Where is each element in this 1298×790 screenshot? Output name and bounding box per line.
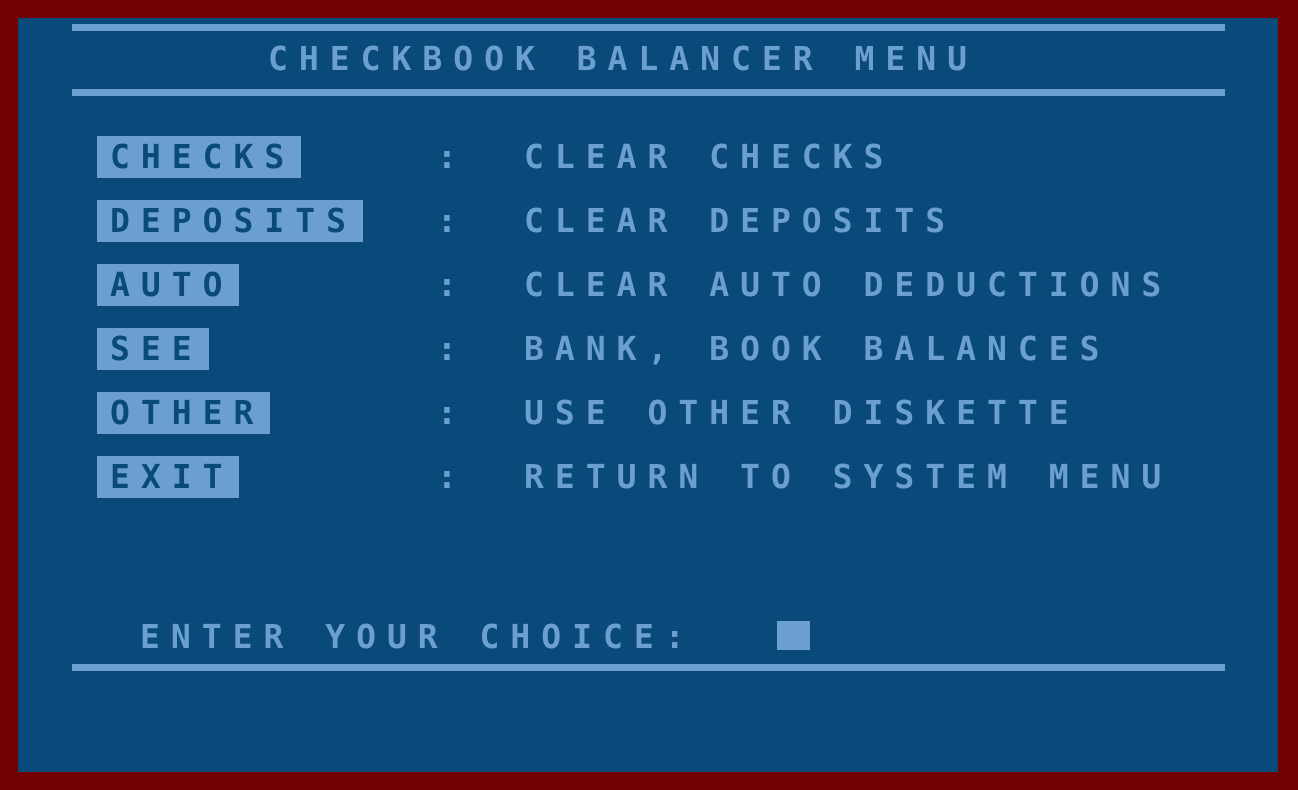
choice-prompt-label: ENTER YOUR CHOICE: [140, 617, 696, 656]
menu-separator: : [437, 137, 468, 176]
menu-keyword-exit[interactable]: EXIT [97, 456, 240, 498]
menu-keyword-see[interactable]: SEE [97, 328, 209, 370]
footer-rule [72, 664, 1225, 671]
crt-bezel: CHECKBOOK BALANCER MENU CHECKS : CLEAR C… [0, 0, 1298, 790]
menu-keyword-deposits[interactable]: DEPOSITS [97, 200, 363, 242]
menu-separator: : [437, 457, 468, 496]
menu-separator: : [437, 393, 468, 432]
page-title: CHECKBOOK BALANCER MENU [268, 39, 978, 78]
menu-description-other: USE OTHER DISKETTE [524, 393, 1080, 432]
menu-item-deposits[interactable]: DEPOSITS : CLEAR DEPOSITS [18, 200, 1278, 242]
menu-description-see: BANK, BOOK BALANCES [524, 329, 1111, 368]
menu-item-exit[interactable]: EXIT : RETURN TO SYSTEM MENU [18, 456, 1278, 498]
title-rule-top [72, 24, 1225, 31]
menu-item-other[interactable]: OTHER : USE OTHER DISKETTE [18, 392, 1278, 434]
menu-description-checks: CLEAR CHECKS [524, 137, 895, 176]
terminal-display: CHECKBOOK BALANCER MENU CHECKS : CLEAR C… [18, 18, 1278, 772]
menu-keyword-auto[interactable]: AUTO [97, 264, 240, 306]
title-rule-bottom [72, 89, 1225, 96]
menu-keyword-checks[interactable]: CHECKS [97, 136, 302, 178]
menu-item-checks[interactable]: CHECKS : CLEAR CHECKS [18, 136, 1278, 178]
block-cursor-icon [777, 621, 810, 650]
menu-description-auto: CLEAR AUTO DEDUCTIONS [524, 265, 1173, 304]
choice-prompt[interactable]: ENTER YOUR CHOICE: [18, 616, 1278, 658]
menu-item-see[interactable]: SEE : BANK, BOOK BALANCES [18, 328, 1278, 370]
menu-description-deposits: CLEAR DEPOSITS [524, 201, 957, 240]
menu-separator: : [437, 329, 468, 368]
menu-keyword-other[interactable]: OTHER [97, 392, 271, 434]
menu-description-exit: RETURN TO SYSTEM MENU [524, 457, 1173, 496]
menu-separator: : [437, 201, 468, 240]
menu-separator: : [437, 265, 468, 304]
menu-item-auto[interactable]: AUTO : CLEAR AUTO DEDUCTIONS [18, 264, 1278, 306]
